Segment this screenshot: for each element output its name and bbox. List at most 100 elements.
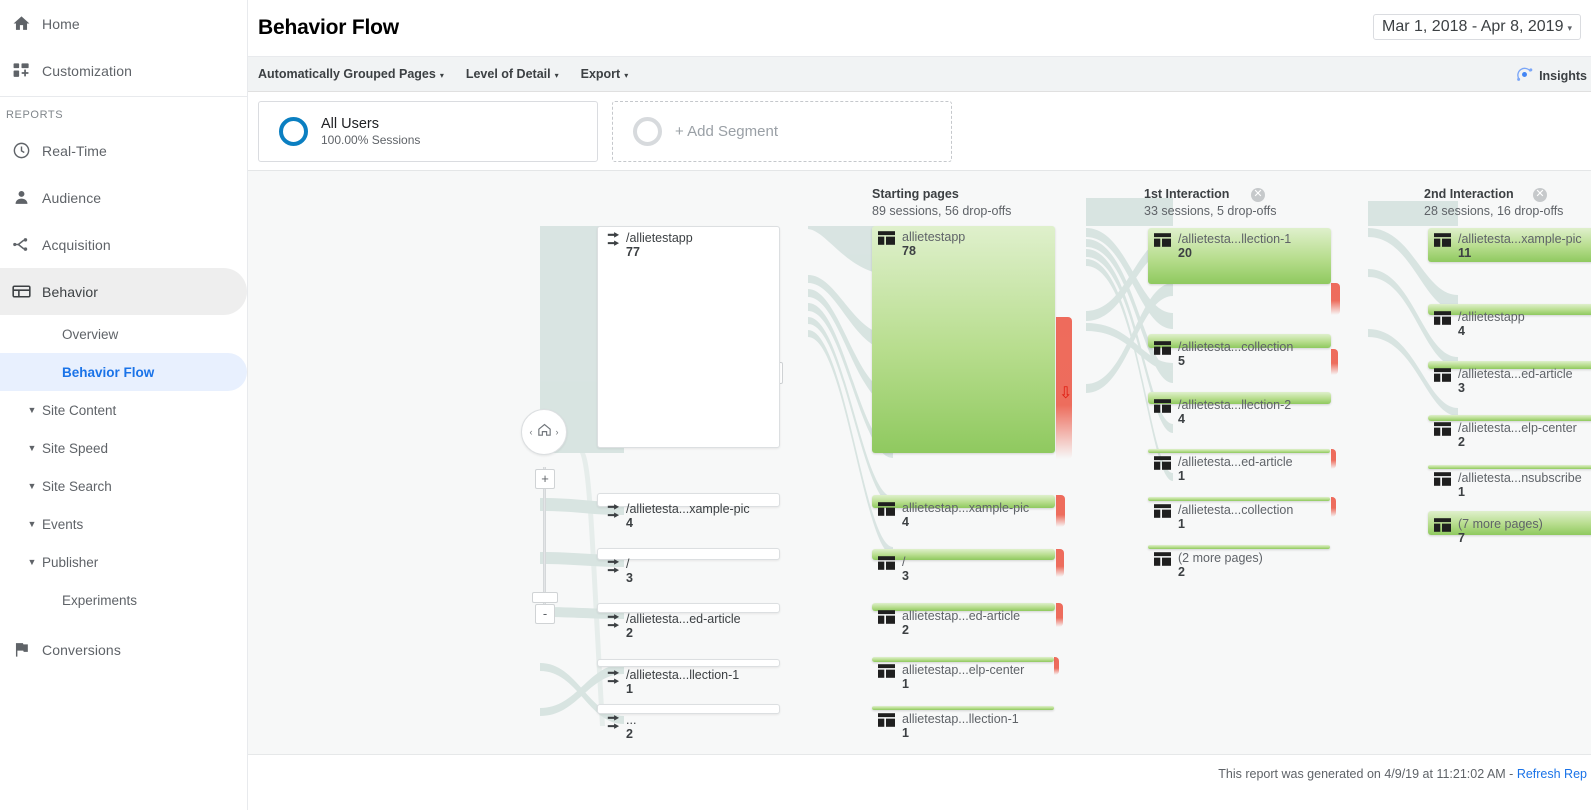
insights-button[interactable]: Insights — [1515, 65, 1587, 87]
page-icon — [1434, 233, 1451, 252]
starting-page-node[interactable]: allietestapp 78 — [872, 226, 1055, 453]
level-of-detail-label: Level of Detail — [465, 67, 551, 81]
sidebar-item-label: Customization — [42, 62, 133, 79]
segment-bar: All Users 100.00% Sessions + Add Segment — [248, 92, 1591, 170]
chevron-left-icon[interactable]: ‹ — [530, 427, 533, 437]
sidebar-item-behavior-flow[interactable]: Behavior Flow — [0, 353, 247, 391]
node-label: allietestap...llection-1 — [902, 712, 1019, 726]
node-value: 4 — [1458, 324, 1465, 338]
interaction-node[interactable]: /allietesta...nsubscribe 1 — [1428, 465, 1591, 499]
zoom-in-button[interactable]: + — [535, 469, 555, 489]
starting-page-node[interactable]: / 3 — [872, 549, 1055, 583]
close-icon[interactable]: ✕ — [1533, 188, 1547, 202]
node-value: 2 — [626, 727, 633, 741]
sidebar-item-conversions[interactable]: Conversions — [0, 626, 247, 673]
interaction-node[interactable]: /allietesta...llection-1 20 — [1148, 228, 1331, 284]
dropoff-bar[interactable] — [1331, 283, 1340, 315]
node-value: 78 — [902, 244, 916, 258]
sidebar-item-label: Audience — [42, 189, 102, 206]
dropoff-bar[interactable] — [1331, 449, 1336, 469]
node-value: 3 — [1458, 381, 1465, 395]
sidebar-item-acquisition[interactable]: Acquisition — [0, 221, 247, 268]
sidebar-item-events[interactable]: ▼ Events — [0, 505, 247, 543]
dropoff-bar[interactable] — [1056, 549, 1064, 577]
node-value: 1 — [1178, 469, 1185, 483]
node-value: 1 — [1458, 485, 1465, 499]
node-label: /allietesta...elp-center — [1458, 421, 1577, 435]
page-icon — [1434, 518, 1451, 537]
landing-node[interactable]: /allietesta...llection-1 1 — [597, 659, 780, 696]
chevron-down-icon: ▾ — [1567, 23, 1572, 33]
dropoff-bar[interactable] — [1056, 495, 1065, 527]
interaction-node[interactable]: /allietesta...collection 5 — [1148, 334, 1331, 368]
node-label: /allietesta...nsubscribe — [1458, 471, 1582, 485]
dropoff-bar[interactable] — [1331, 349, 1338, 375]
add-segment-button[interactable]: + Add Segment — [612, 101, 952, 162]
export-dropdown[interactable]: Export ▾ — [581, 67, 629, 81]
starting-page-node[interactable]: allietestap...llection-1 1 — [872, 706, 1054, 740]
flow-home-button[interactable]: ‹ › — [521, 409, 567, 455]
segment-ring-icon — [279, 117, 308, 146]
generated-label: This report was generated on 4/9/19 at 1… — [1218, 767, 1517, 781]
chevron-down-icon: ▼ — [27, 443, 37, 453]
arrow-in-icon — [606, 502, 624, 529]
report-footer: This report was generated on 4/9/19 at 1… — [248, 754, 1591, 810]
interaction-node[interactable]: /allietesta...collection 1 — [1148, 497, 1330, 531]
dropoff-arrow-icon: ⇩ — [1059, 385, 1073, 402]
interaction-node[interactable]: /allietestapp 4 — [1428, 304, 1591, 338]
chevron-right-icon[interactable]: › — [556, 427, 559, 437]
node-label: /allietesta...collection — [1178, 340, 1294, 354]
sidebar-item-overview[interactable]: Overview — [0, 315, 247, 353]
interaction-node[interactable]: /allietesta...xample-pic 11 — [1428, 228, 1591, 262]
dropoff-bar[interactable] — [1054, 657, 1059, 675]
person-icon — [0, 188, 42, 207]
sidebar-item-home[interactable]: Home — [0, 0, 247, 47]
sidebar-item-site-content[interactable]: ▼ Site Content — [0, 391, 247, 429]
dropoff-bar[interactable] — [1056, 603, 1063, 627]
arrow-in-icon — [606, 713, 624, 740]
grouping-dropdown[interactable]: Automatically Grouped Pages ▾ — [258, 67, 444, 81]
page-icon — [878, 664, 895, 683]
interaction-node[interactable]: /allietesta...ed-article 1 — [1148, 449, 1330, 483]
sidebar-item-site-speed[interactable]: ▼ Site Speed — [0, 429, 247, 467]
level-of-detail-dropdown[interactable]: Level of Detail ▾ — [466, 67, 559, 81]
node-label: ... — [626, 713, 637, 727]
zoom-slider-handle[interactable] — [532, 592, 558, 603]
interaction-node[interactable]: /allietesta...llection-2 4 — [1148, 392, 1331, 426]
segment-all-users[interactable]: All Users 100.00% Sessions — [258, 101, 598, 162]
dropoff-bar[interactable] — [1331, 497, 1336, 517]
sidebar-item-experiments[interactable]: Experiments — [0, 581, 247, 619]
sidebar-item-site-search[interactable]: ▼ Site Search — [0, 467, 247, 505]
date-range-label: Mar 1, 2018 - Apr 8, 2019 — [1382, 18, 1564, 35]
interaction-node[interactable]: /allietesta...ed-article 3 — [1428, 361, 1591, 395]
node-label: /allietesta...ed-article — [1178, 455, 1293, 469]
home-icon — [536, 421, 553, 443]
sidebar-sub-label: Overview — [62, 326, 119, 342]
starting-page-node[interactable]: allietestap...ed-article 2 — [872, 603, 1055, 637]
sidebar-item-behavior[interactable]: Behavior — [0, 268, 247, 315]
interaction-node[interactable]: (2 more pages) 2 — [1148, 545, 1330, 579]
node-value: 4 — [902, 515, 909, 529]
close-icon[interactable]: ✕ — [1251, 188, 1265, 202]
node-label: / — [902, 555, 906, 569]
zoom-out-button[interactable]: - — [535, 604, 555, 624]
sidebar-item-customization[interactable]: Customization — [0, 47, 247, 94]
starting-page-node[interactable]: allietestap...xample-pic 4 — [872, 495, 1055, 529]
column-stats: 33 sessions, 5 drop-offs — [1144, 204, 1277, 218]
landing-node[interactable]: /allietestapp 77 — [597, 226, 780, 448]
node-label: (7 more pages) — [1458, 517, 1543, 531]
landing-node[interactable]: ... 2 — [597, 704, 780, 741]
refresh-report-link[interactable]: Refresh Rep — [1517, 767, 1587, 781]
landing-node[interactable]: /allietesta...xample-pic 4 — [597, 493, 780, 530]
behavior-flow-canvas[interactable]: Landing Page ▾ ‹ › + - Starting pages 89… — [248, 170, 1591, 754]
sidebar-sub-label: Events — [42, 516, 84, 532]
sidebar-item-audience[interactable]: Audience — [0, 174, 247, 221]
sidebar-item-real-time[interactable]: Real-Time — [0, 127, 247, 174]
landing-node[interactable]: /allietesta...ed-article 2 — [597, 603, 780, 640]
sidebar-item-publisher[interactable]: ▼ Publisher — [0, 543, 247, 581]
date-range-picker[interactable]: Mar 1, 2018 - Apr 8, 2019 ▾ — [1373, 14, 1581, 40]
interaction-node[interactable]: /allietesta...elp-center 2 — [1428, 415, 1591, 449]
starting-page-node[interactable]: allietestap...elp-center 1 — [872, 657, 1054, 691]
landing-node[interactable]: / 3 — [597, 548, 780, 585]
interaction-node[interactable]: (7 more pages) 7 — [1428, 511, 1591, 545]
